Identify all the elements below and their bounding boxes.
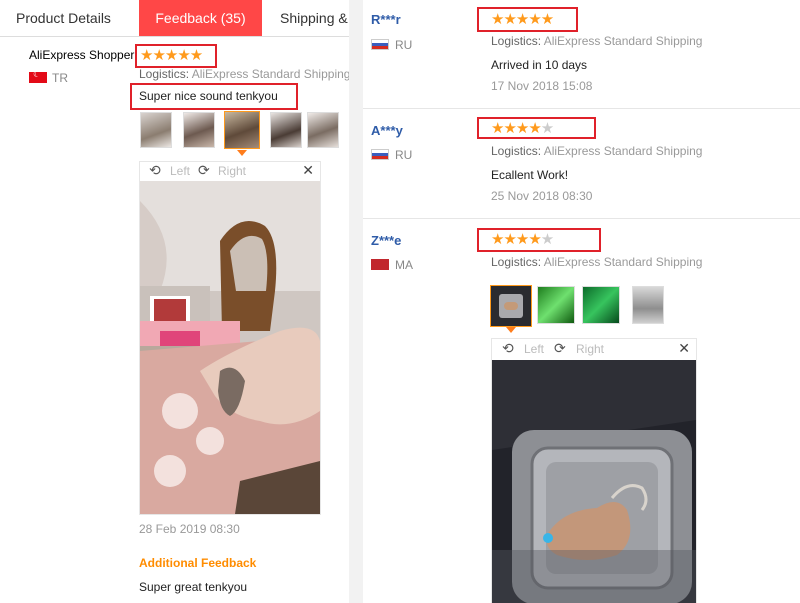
logistics-value: AliExpress Standard Shipping — [543, 34, 703, 48]
photo-viewer: ⟲ Left ⟳ Right ✕ — [491, 338, 697, 603]
stars-filled: ★★★★ — [491, 120, 542, 137]
review-separator — [363, 108, 800, 109]
logistics-label: Logistics: — [139, 67, 190, 81]
review-photo-thumbnail-selected[interactable] — [490, 285, 532, 327]
reviewer-country: RU — [395, 38, 413, 52]
tab-product-details[interactable]: Product Details — [16, 0, 111, 36]
close-icon[interactable]: ✕ — [302, 162, 314, 179]
photo-viewer-toolbar: ⟲ Left ⟳ Right ✕ — [492, 339, 696, 359]
review-photo-large — [140, 181, 320, 514]
review-photo-thumbnail[interactable] — [582, 286, 620, 324]
review-photo-thumbnail[interactable] — [183, 112, 215, 148]
photo-viewer: ⟲ Left ⟳ Right ✕ — [139, 161, 321, 515]
stars-empty: ★ — [540, 120, 554, 137]
review-photo-thumbnail-selected[interactable] — [224, 111, 260, 149]
review-photo-large — [492, 360, 696, 603]
stars-filled: ★★★★★ — [491, 11, 554, 28]
logistics-value: AliExpress Standard Shipping — [543, 144, 703, 158]
logistics-info: Logistics: AliExpress Standard Shipping — [491, 255, 702, 269]
rotate-left-icon[interactable]: ⟲ — [149, 162, 161, 179]
reviewer-name[interactable]: R***r — [371, 12, 401, 27]
rotate-right-label[interactable]: Right — [218, 164, 246, 178]
close-icon[interactable]: ✕ — [678, 340, 690, 357]
rotate-right-label[interactable]: Right — [576, 342, 604, 356]
rating-stars: ★★★★★ — [491, 231, 554, 248]
review-text: Ecallent Work! — [491, 168, 569, 182]
logistics-label: Logistics: — [491, 144, 542, 158]
rating-stars: ★★★★★ — [491, 120, 554, 137]
additional-feedback-text: Super great tenkyou — [139, 580, 248, 594]
additional-feedback-label: Additional Feedback — [139, 556, 257, 570]
right-feedback-panel: R***r RU ★★★★★ Logistics: AliExpress Sta… — [363, 0, 800, 603]
flag-tr-icon — [29, 69, 47, 83]
logistics-label: Logistics: — [491, 255, 542, 269]
reviewer-country: TR — [52, 71, 68, 85]
tab-bar: Product Details Feedback (35) Shipping & — [0, 0, 349, 37]
logistics-info: Logistics: AliExpress Standard Shipping — [139, 67, 350, 81]
review-date: 25 Nov 2018 08:30 — [491, 189, 593, 203]
review-photo-thumbnail[interactable] — [537, 286, 575, 324]
review-photo-thumbnail[interactable] — [270, 112, 302, 148]
reviewer-country: RU — [395, 148, 413, 162]
review-photo-thumbnail[interactable] — [140, 112, 172, 148]
stars-empty: ★ — [540, 231, 554, 248]
rotate-left-label[interactable]: Left — [524, 342, 544, 356]
photo-viewer-toolbar: ⟲ Left ⟳ Right ✕ — [140, 162, 320, 180]
review-text: Arrived in 10 days — [491, 58, 588, 72]
review-date: 28 Feb 2019 08:30 — [139, 522, 240, 536]
rotate-right-icon[interactable]: ⟳ — [198, 162, 210, 179]
rotate-left-label[interactable]: Left — [170, 164, 190, 178]
panel-divider — [349, 0, 363, 603]
logistics-value: AliExpress Standard Shipping — [543, 255, 703, 269]
flag-ru-icon — [371, 149, 389, 160]
flag-ru-icon — [371, 39, 389, 50]
selected-thumbnail-caret — [237, 150, 247, 156]
flag-ma-icon — [371, 259, 389, 270]
review-separator — [363, 218, 800, 219]
rotate-left-icon[interactable]: ⟲ — [502, 340, 514, 357]
review-photo-thumbnail[interactable] — [307, 112, 339, 148]
logistics-info: Logistics: AliExpress Standard Shipping — [491, 34, 702, 48]
selected-thumbnail-caret — [506, 327, 516, 333]
rotate-right-icon[interactable]: ⟳ — [554, 340, 566, 357]
left-feedback-panel: Product Details Feedback (35) Shipping &… — [0, 0, 350, 603]
review-photo-thumbnail[interactable] — [632, 286, 664, 324]
stars-filled: ★★★★ — [491, 231, 542, 248]
rating-stars: ★★★★★ — [140, 47, 203, 64]
reviewer-name[interactable]: Z***e — [371, 233, 401, 248]
logistics-info: Logistics: AliExpress Standard Shipping — [491, 144, 702, 158]
reviewer-name: AliExpress Shopper — [29, 48, 135, 62]
logistics-value: AliExpress Standard Shipping — [191, 67, 350, 81]
reviewer-country: MA — [395, 258, 413, 272]
tab-feedback[interactable]: Feedback (35) — [139, 0, 262, 36]
review-date: 17 Nov 2018 15:08 — [491, 79, 593, 93]
review-text: Super nice sound tenkyou — [139, 89, 278, 103]
logistics-label: Logistics: — [491, 34, 542, 48]
reviewer-name[interactable]: A***y — [371, 123, 403, 138]
tab-shipping[interactable]: Shipping & — [280, 0, 348, 36]
rating-stars: ★★★★★ — [491, 11, 554, 28]
